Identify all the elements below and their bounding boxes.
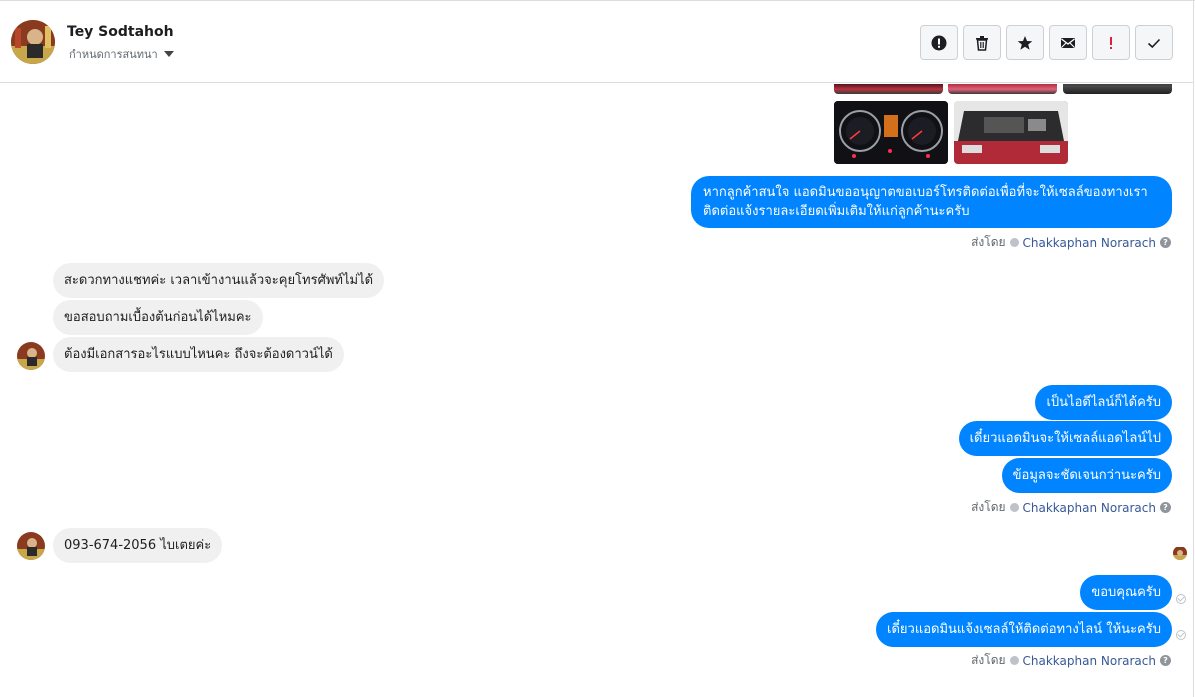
outgoing-message[interactable]: เป็นไอดีไลน์ก็ได้ครับ bbox=[1035, 385, 1172, 420]
message-text: ติดต่อแจ้งรายละเอียดเพิ่มเติมให้แก่ลูกค้… bbox=[703, 204, 970, 219]
outgoing-message[interactable]: ขอบคุณครับ bbox=[1080, 575, 1172, 610]
sent-by-label: ส่งโดย Chakkaphan Norarach ? bbox=[971, 651, 1171, 670]
outgoing-message[interactable]: เดี๋ยวแอดมินแจ้งเซลล์ให้ติดต่อทางไลน์ ให… bbox=[876, 612, 1172, 647]
conversation-toolbar bbox=[920, 25, 1173, 60]
photo-thumbnail[interactable] bbox=[1063, 84, 1172, 94]
delete-button[interactable] bbox=[963, 25, 1001, 60]
sent-by-prefix: ส่งโดย bbox=[971, 653, 1006, 667]
sent-by-prefix: ส่งโดย bbox=[971, 235, 1006, 249]
incoming-message[interactable]: สะดวกทางแชทค่ะ เวลาเข้างานแล้วจะคุยโทรศั… bbox=[53, 263, 385, 298]
info-icon bbox=[931, 35, 947, 50]
delivered-icon bbox=[1176, 594, 1186, 604]
message-text: ขอบคุณครับ bbox=[1091, 585, 1161, 600]
contact-avatar[interactable] bbox=[11, 20, 55, 64]
info-button[interactable] bbox=[920, 25, 958, 60]
outgoing-message[interactable]: เดี๋ยวแอดมินจะให้เซลล์แอดไลน์ไป bbox=[958, 421, 1172, 456]
sender-name-link[interactable]: Chakkaphan Norarach bbox=[1023, 501, 1156, 515]
exclamation-icon bbox=[1110, 36, 1112, 49]
sent-by-label: ส่งโดย Chakkaphan Norarach ? bbox=[971, 498, 1171, 517]
message-text: ข้อมูลจะชัดเจนกว่านะครับ bbox=[1012, 468, 1161, 483]
star-icon bbox=[1017, 35, 1033, 50]
star-button[interactable] bbox=[1006, 25, 1044, 60]
photo-thumbnail[interactable] bbox=[834, 84, 943, 94]
assign-conversation-dropdown[interactable]: กำหนดการสนทนา bbox=[69, 45, 174, 63]
photo-thumbnail[interactable] bbox=[948, 84, 1057, 94]
seen-avatar bbox=[1173, 546, 1187, 560]
mark-unread-button[interactable] bbox=[1049, 25, 1087, 60]
incoming-message[interactable]: 093-674-2056 ไบเตยค่ะ bbox=[53, 528, 223, 563]
sender-name-link[interactable]: Chakkaphan Norarach bbox=[1023, 236, 1156, 250]
photo-thumbnail-engine[interactable] bbox=[954, 101, 1068, 164]
message-text: เดี๋ยวแอดมินแจ้งเซลล์ให้ติดต่อทางไลน์ ให… bbox=[887, 622, 1161, 637]
incoming-message[interactable]: ต้องมีเอกสารอะไรแบบไหนคะ ถึงจะต้องดาวน์ไ… bbox=[53, 337, 344, 372]
mark-done-button[interactable] bbox=[1135, 25, 1173, 60]
contact-name[interactable]: Tey Sodtahoh bbox=[67, 24, 174, 40]
help-icon[interactable]: ? bbox=[1160, 655, 1171, 666]
contact-avatar-small[interactable] bbox=[17, 342, 45, 370]
contact-avatar-small[interactable] bbox=[17, 532, 45, 560]
check-icon bbox=[1147, 38, 1161, 48]
photo-thumbnail-dashboard[interactable] bbox=[834, 101, 948, 164]
sent-by-label: ส่งโดย Chakkaphan Norarach ? bbox=[971, 233, 1171, 252]
verified-icon bbox=[1009, 656, 1019, 665]
mail-icon bbox=[1061, 37, 1075, 48]
verified-icon bbox=[1009, 503, 1019, 512]
conversation-header: Tey Sodtahoh กำหนดการสนทนา bbox=[0, 3, 1193, 83]
verified-icon bbox=[1009, 238, 1019, 247]
delivered-icon bbox=[1176, 630, 1186, 640]
caret-down-icon bbox=[163, 51, 174, 57]
message-text: เป็นไอดีไลน์ก็ได้ครับ bbox=[1046, 395, 1161, 410]
help-icon[interactable]: ? bbox=[1160, 502, 1171, 513]
message-text: สะดวกทางแชทค่ะ เวลาเข้างานแล้วจะคุยโทรศั… bbox=[64, 273, 374, 288]
sender-name-link[interactable]: Chakkaphan Norarach bbox=[1023, 654, 1156, 668]
message-text: เดี๋ยวแอดมินจะให้เซลล์แอดไลน์ไป bbox=[969, 431, 1161, 446]
help-icon[interactable]: ? bbox=[1160, 237, 1171, 248]
message-text: หากลูกค้าสนใจ แอดมินขออนุญาตขอเบอร์โทรติ… bbox=[703, 185, 1148, 200]
message-text: ต้องมีเอกสารอะไรแบบไหนคะ ถึงจะต้องดาวน์ไ… bbox=[64, 347, 333, 362]
message-text: 093-674-2056 ไบเตยค่ะ bbox=[64, 538, 212, 553]
trash-icon bbox=[976, 35, 988, 51]
outgoing-message[interactable]: หากลูกค้าสนใจ แอดมินขออนุญาตขอเบอร์โทรติ… bbox=[691, 176, 1172, 228]
mark-spam-button[interactable] bbox=[1092, 25, 1130, 60]
message-thread[interactable]: หากลูกค้าสนใจ แอดมินขออนุญาตขอเบอร์โทรติ… bbox=[0, 84, 1193, 697]
incoming-message[interactable]: ขอสอบถามเบื้องต้นก่อนได้ไหมคะ bbox=[53, 300, 263, 335]
sent-by-prefix: ส่งโดย bbox=[971, 500, 1006, 514]
messenger-window: Tey Sodtahoh กำหนดการสนทนา หากลูกค้าสนใจ… bbox=[0, 0, 1195, 697]
outgoing-message[interactable]: ข้อมูลจะชัดเจนกว่านะครับ bbox=[1001, 458, 1172, 493]
assign-label: กำหนดการสนทนา bbox=[69, 48, 158, 61]
message-text: ขอสอบถามเบื้องต้นก่อนได้ไหมคะ bbox=[64, 310, 252, 325]
